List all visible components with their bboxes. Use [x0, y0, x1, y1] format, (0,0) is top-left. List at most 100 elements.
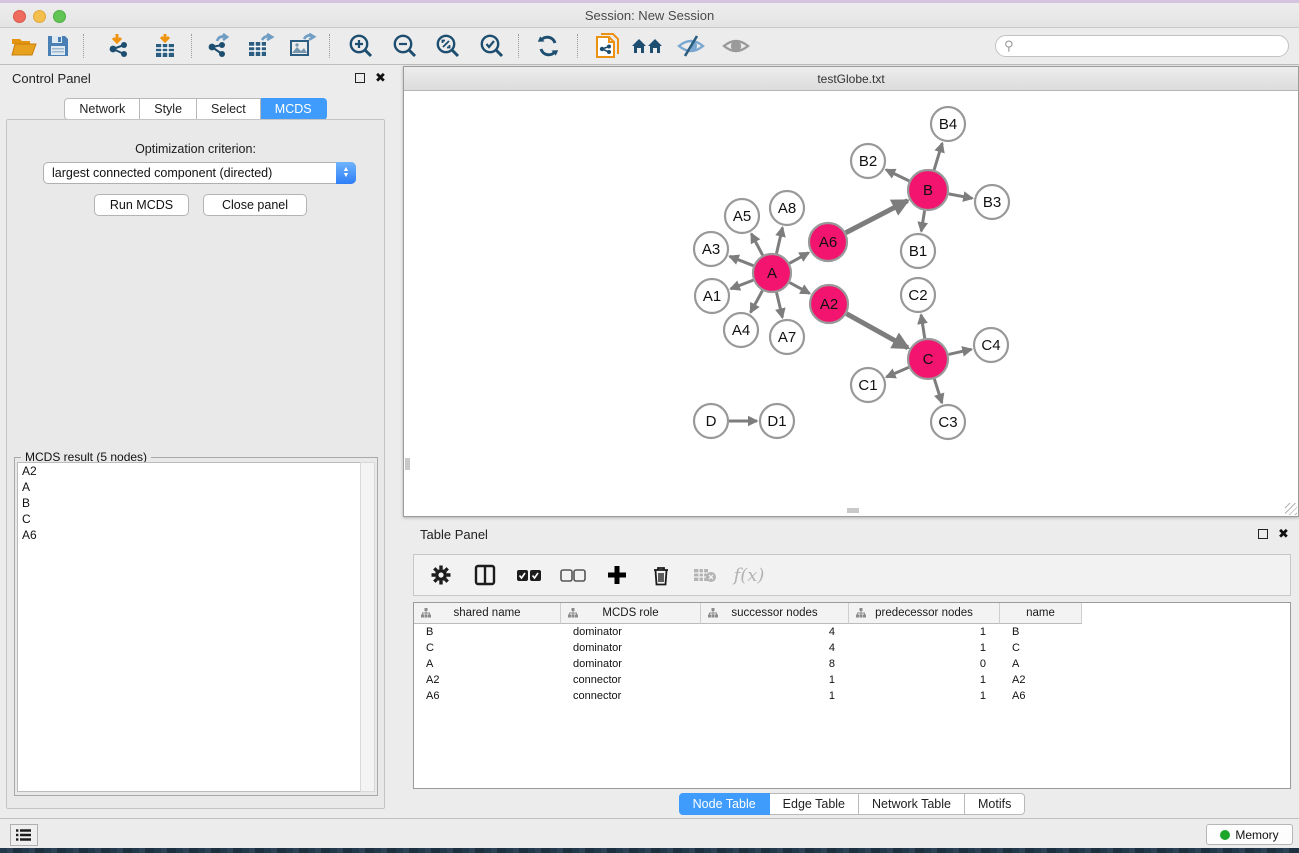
- panel-list-button[interactable]: [10, 824, 38, 846]
- memory-button[interactable]: Memory: [1206, 824, 1293, 845]
- cell-MCDS-role[interactable]: dominator: [561, 624, 701, 640]
- edge-C-C3[interactable]: [934, 379, 942, 403]
- cell-predecessor-nodes[interactable]: 1: [849, 624, 1000, 640]
- select-all-columns-icon[interactable]: [514, 561, 544, 589]
- mcds-result-item[interactable]: C: [18, 511, 360, 527]
- deselect-all-columns-icon[interactable]: [558, 561, 588, 589]
- edge-A-A4[interactable]: [751, 291, 763, 313]
- cell-successor-nodes[interactable]: 8: [701, 656, 849, 672]
- table-row[interactable]: A6connector11A6: [414, 688, 1290, 704]
- hide-selected-eye-slash-icon[interactable]: [674, 31, 708, 61]
- tab-network-table[interactable]: Network Table: [859, 793, 965, 815]
- node-B3[interactable]: B3: [975, 185, 1009, 219]
- network-window-titlebar[interactable]: testGlobe.txt: [404, 67, 1298, 91]
- import-network-icon[interactable]: [103, 31, 137, 61]
- node-C2[interactable]: C2: [901, 278, 935, 312]
- edge-A-A2[interactable]: [790, 283, 810, 294]
- home-icon[interactable]: [630, 31, 664, 61]
- minimize-window-button[interactable]: [33, 10, 46, 23]
- column-header-name[interactable]: name: [1000, 603, 1082, 624]
- column-header-shared-name[interactable]: shared name: [414, 603, 561, 624]
- network-canvas[interactable]: B4B2BB3A8A5A6A3B1AA1C2A2A4A7C4CC1C3DD1: [404, 91, 1298, 516]
- refresh-icon[interactable]: [531, 31, 565, 61]
- close-table-panel-icon[interactable]: ✖: [1278, 529, 1289, 539]
- column-header-predecessor-nodes[interactable]: predecessor nodes: [849, 603, 1000, 624]
- edge-A-A6[interactable]: [789, 253, 808, 264]
- edge-A-A5[interactable]: [751, 234, 762, 256]
- edge-C-C1[interactable]: [886, 367, 908, 377]
- table-row[interactable]: A2connector11A2: [414, 672, 1290, 688]
- zoom-window-button[interactable]: [53, 10, 66, 23]
- resize-grip[interactable]: [1285, 503, 1297, 515]
- cell-name[interactable]: B: [1000, 624, 1082, 640]
- network-minimize-button[interactable]: [439, 73, 451, 85]
- cell-shared-name[interactable]: B: [414, 624, 561, 640]
- cell-predecessor-nodes[interactable]: 1: [849, 640, 1000, 656]
- cell-MCDS-role[interactable]: connector: [561, 688, 701, 704]
- cell-successor-nodes[interactable]: 1: [701, 688, 849, 704]
- tab-style[interactable]: Style: [140, 98, 197, 120]
- node-C[interactable]: C: [908, 339, 948, 379]
- float-table-panel-icon[interactable]: [1258, 529, 1268, 539]
- mcds-result-scrollbar[interactable]: [360, 462, 375, 792]
- node-A5[interactable]: A5: [725, 199, 759, 233]
- search-input[interactable]: [1014, 39, 1264, 53]
- node-B1[interactable]: B1: [901, 234, 935, 268]
- node-C3[interactable]: C3: [931, 405, 965, 439]
- cell-successor-nodes[interactable]: 4: [701, 624, 849, 640]
- cell-MCDS-role[interactable]: dominator: [561, 656, 701, 672]
- edge-B-B4[interactable]: [934, 143, 942, 170]
- show-all-eye-icon[interactable]: [719, 31, 753, 61]
- run-mcds-button[interactable]: Run MCDS: [94, 194, 189, 216]
- import-table-icon[interactable]: [148, 31, 182, 61]
- edge-C-C2[interactable]: [921, 315, 925, 338]
- network-from-file-icon[interactable]: [591, 31, 625, 61]
- node-B2[interactable]: B2: [851, 144, 885, 178]
- vertical-scroll-thumb[interactable]: [405, 458, 410, 470]
- cell-shared-name[interactable]: A6: [414, 688, 561, 704]
- node-D1[interactable]: D1: [760, 404, 794, 438]
- node-C4[interactable]: C4: [974, 328, 1008, 362]
- edge-A6-B[interactable]: [846, 201, 908, 233]
- node-A1[interactable]: A1: [695, 279, 729, 313]
- cell-name[interactable]: C: [1000, 640, 1082, 656]
- edge-A-A1[interactable]: [731, 280, 754, 289]
- network-graph[interactable]: B4B2BB3A8A5A6A3B1AA1C2A2A4A7C4CC1C3DD1: [404, 91, 1298, 516]
- table-row[interactable]: Cdominator41C: [414, 640, 1290, 656]
- tab-network[interactable]: Network: [64, 98, 140, 120]
- cell-predecessor-nodes[interactable]: 1: [849, 688, 1000, 704]
- cell-MCDS-role[interactable]: dominator: [561, 640, 701, 656]
- criterion-dropdown[interactable]: largest connected component (directed) ▲…: [43, 162, 356, 184]
- add-column-plus-icon[interactable]: [602, 561, 632, 589]
- tab-motifs[interactable]: Motifs: [965, 793, 1025, 815]
- close-panel-button[interactable]: Close panel: [203, 194, 307, 216]
- cell-name[interactable]: A: [1000, 656, 1082, 672]
- node-A[interactable]: A: [753, 254, 791, 292]
- zoom-fit-icon[interactable]: [431, 31, 465, 61]
- open-session-icon[interactable]: [7, 31, 41, 61]
- table-row[interactable]: Adominator80A: [414, 656, 1290, 672]
- zoom-in-icon[interactable]: [344, 31, 378, 61]
- network-zoom-button[interactable]: [457, 73, 469, 85]
- cell-predecessor-nodes[interactable]: 1: [849, 672, 1000, 688]
- edge-B-B3[interactable]: [949, 194, 973, 198]
- close-panel-icon[interactable]: ✖: [375, 73, 386, 83]
- edge-A-A3[interactable]: [730, 256, 754, 265]
- cell-shared-name[interactable]: C: [414, 640, 561, 656]
- export-image-icon[interactable]: [286, 31, 320, 61]
- float-panel-icon[interactable]: [355, 73, 365, 83]
- edge-A-A8[interactable]: [776, 227, 782, 253]
- cell-name[interactable]: A6: [1000, 688, 1082, 704]
- cell-predecessor-nodes[interactable]: 0: [849, 656, 1000, 672]
- edge-C-C4[interactable]: [948, 349, 971, 354]
- node-B[interactable]: B: [908, 170, 948, 210]
- mcds-result-item[interactable]: B: [18, 495, 360, 511]
- node-A2[interactable]: A2: [810, 285, 848, 323]
- table-settings-gear-icon[interactable]: [426, 561, 456, 589]
- zoom-out-icon[interactable]: [388, 31, 422, 61]
- mcds-result-item[interactable]: A6: [18, 527, 360, 543]
- edge-B-B2[interactable]: [886, 170, 909, 181]
- close-window-button[interactable]: [13, 10, 26, 23]
- node-C1[interactable]: C1: [851, 368, 885, 402]
- save-session-icon[interactable]: [41, 31, 75, 61]
